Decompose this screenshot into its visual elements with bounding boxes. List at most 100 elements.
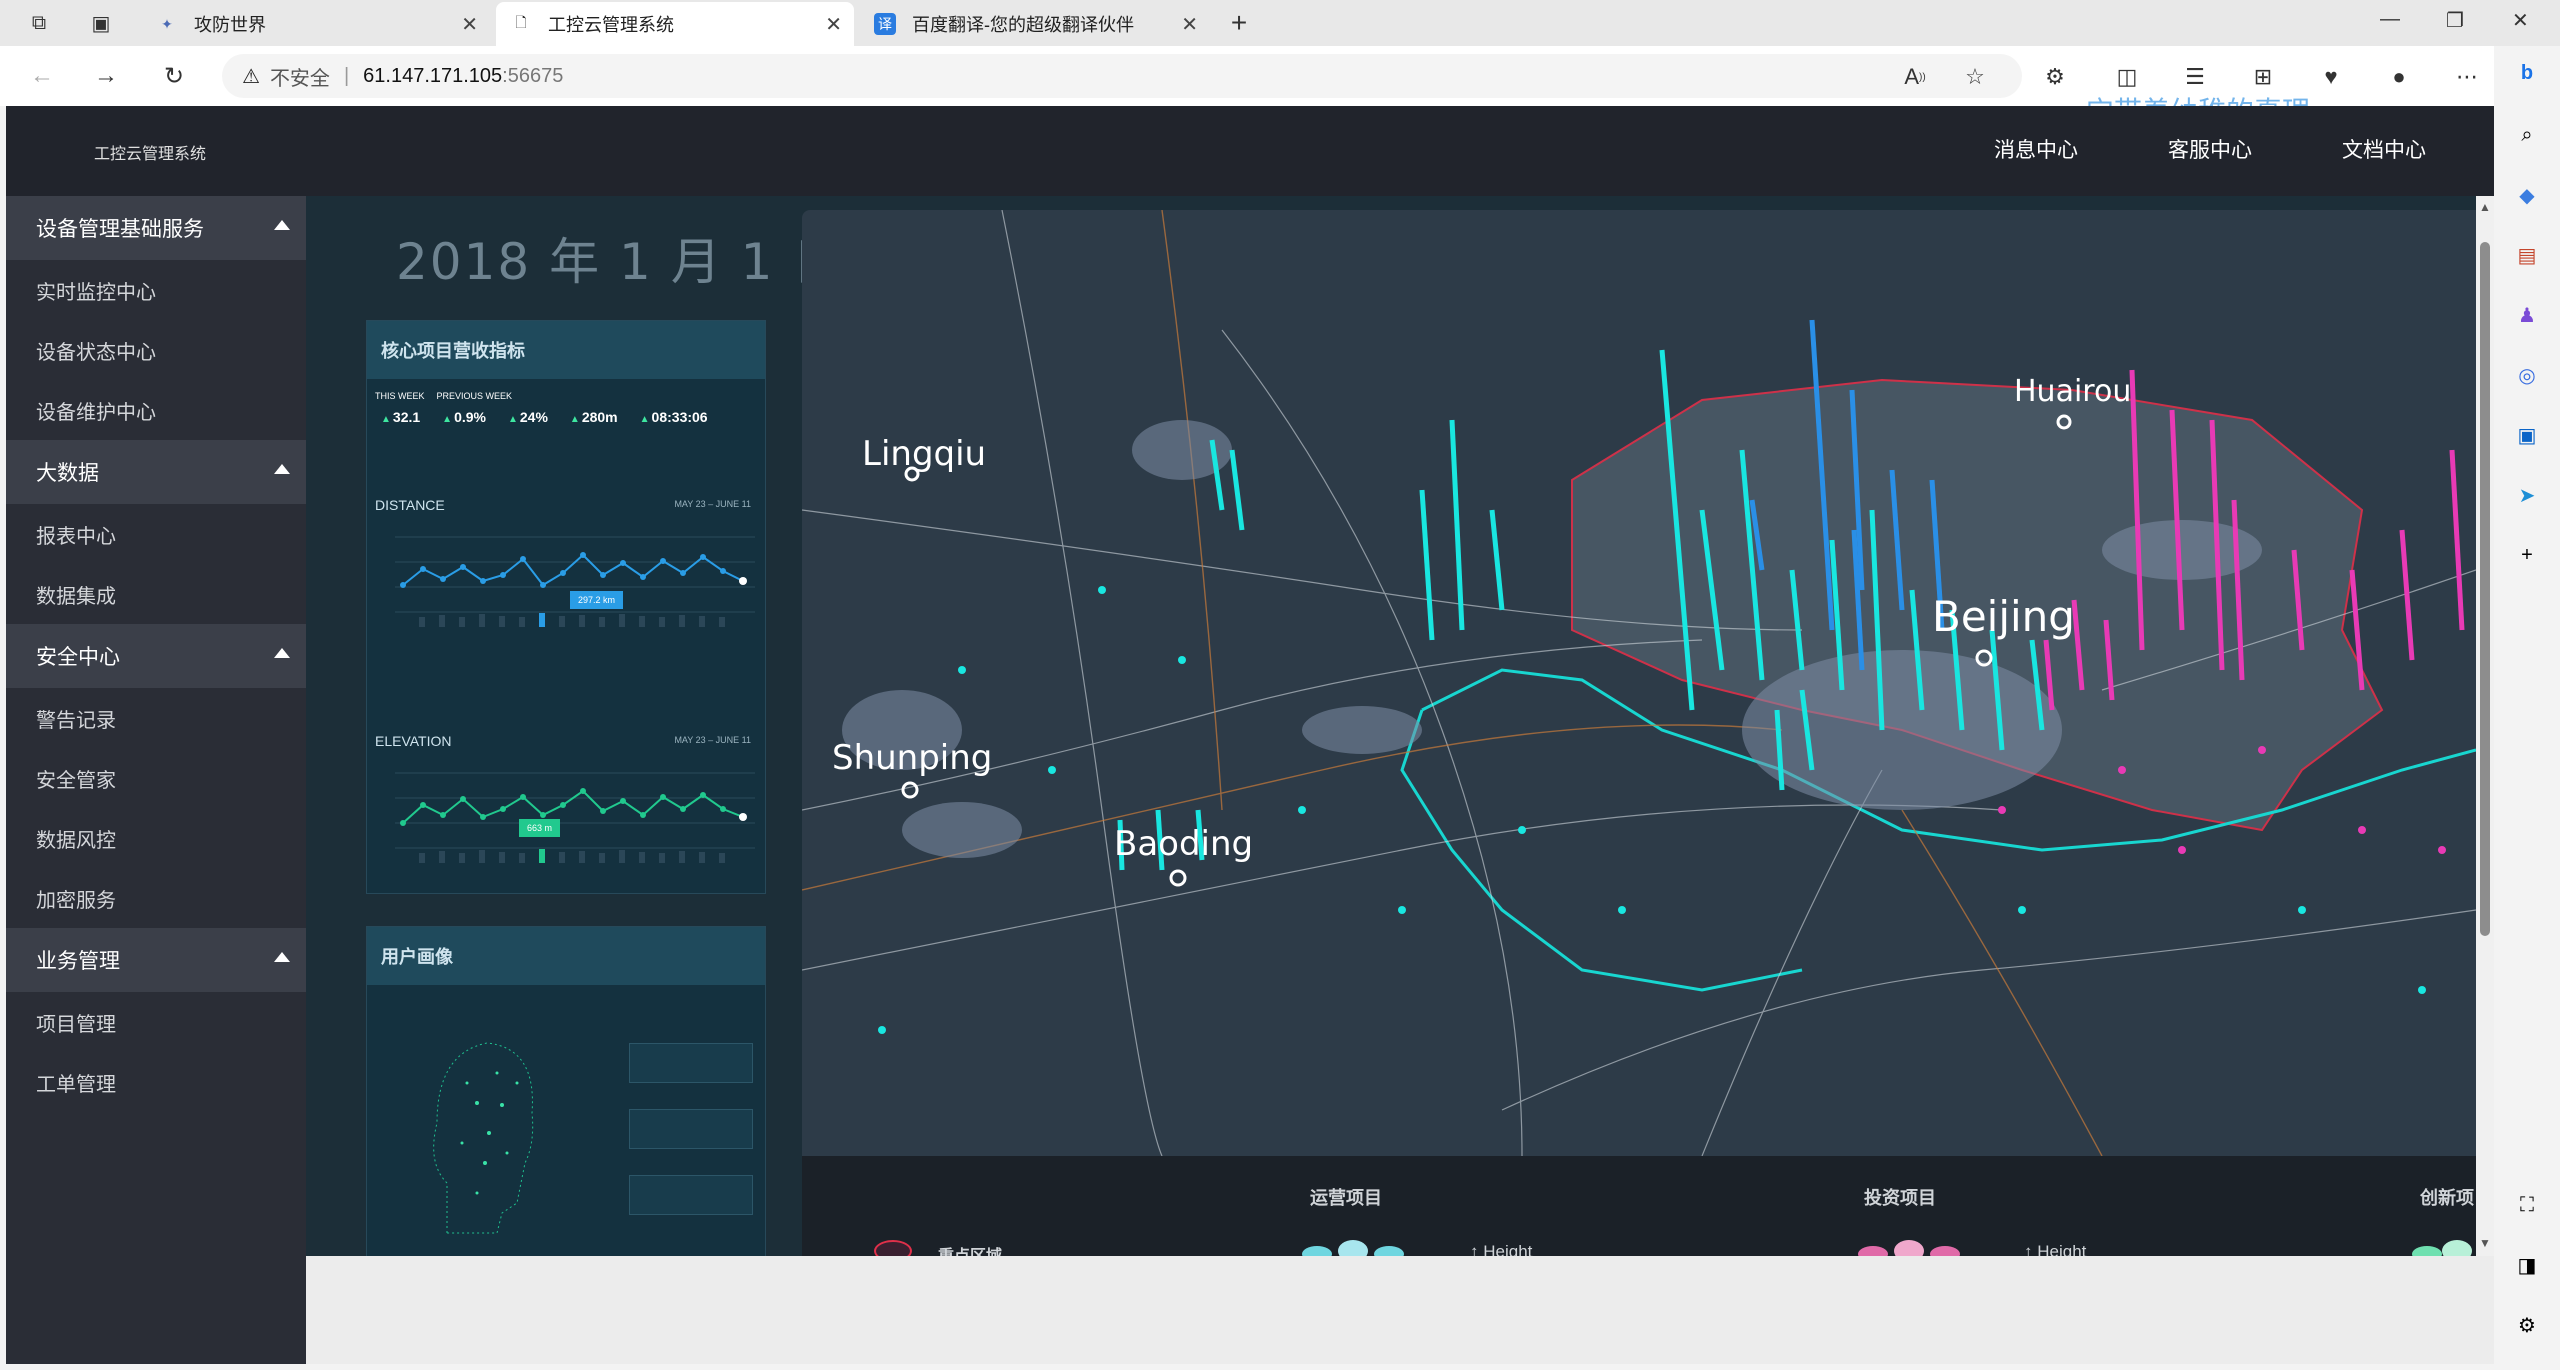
- browser-sidebar: b ⌕ ◆ ▤ ♟ ◎ ▣ ➤ + ⛶ ◨ ⚙: [2494, 46, 2560, 1370]
- web-page: 工控云管理系统 消息中心 客服中心 文档中心 设备管理基础服务 实时监控中心 设…: [6, 106, 2494, 1364]
- collections-icon[interactable]: ⊞: [2248, 62, 2278, 92]
- innovation-cylinders: [2412, 1240, 2472, 1256]
- key-area-swatch: [874, 1240, 912, 1256]
- sidebar-group-business[interactable]: 业务管理: [6, 928, 306, 992]
- minimize-icon[interactable]: —: [2380, 8, 2400, 31]
- search-icon[interactable]: ⌕: [2512, 120, 2542, 150]
- close-tab-icon[interactable]: ✕: [1181, 12, 1198, 37]
- sidebar-item-work-orders[interactable]: 工单管理: [6, 1052, 306, 1112]
- games-icon[interactable]: ♟: [2512, 300, 2542, 330]
- sidebar-group-device-management[interactable]: 设备管理基础服务: [6, 196, 306, 260]
- page-scrollbar[interactable]: ▲ ▼: [2476, 196, 2494, 1256]
- height-label: ↑ Height: [1470, 1242, 1533, 1256]
- outlook-icon[interactable]: ▣: [2512, 420, 2542, 450]
- shopping-tag-icon[interactable]: ◆: [2512, 180, 2542, 210]
- send-icon[interactable]: ➤: [2512, 480, 2542, 510]
- legend-investment: 投资项目: [1864, 1188, 1936, 1208]
- city-label-shunping: Shunping: [832, 738, 993, 778]
- nav-customer-service[interactable]: 客服中心: [2168, 134, 2252, 164]
- face-wireframe-image: [433, 1042, 534, 1234]
- filter-this-week[interactable]: THIS WEEK: [375, 391, 425, 401]
- favorites-icon[interactable]: ☰: [2180, 62, 2210, 92]
- sidebar-group-security[interactable]: 安全中心: [6, 624, 306, 688]
- split-screen-icon[interactable]: ◫: [2112, 62, 2142, 92]
- extensions-icon[interactable]: ⚙: [2040, 62, 2070, 92]
- site-favicon-icon: ✦: [161, 15, 173, 32]
- dashboard-date: 2018 年 1 月 1 日: [396, 233, 845, 291]
- url-separator: |: [343, 64, 350, 87]
- refresh-icon[interactable]: ↻: [156, 58, 192, 94]
- close-tab-icon[interactable]: ✕: [461, 12, 478, 37]
- scroll-down-icon[interactable]: ▼: [2479, 1236, 2491, 1250]
- warning-icon: ⚠: [242, 65, 260, 88]
- distance-label: DISTANCE: [375, 497, 445, 513]
- sidebar-toggle-icon[interactable]: ◨: [2512, 1250, 2542, 1280]
- bing-copilot-icon[interactable]: b: [2512, 58, 2542, 88]
- screenshot-icon[interactable]: ⛶: [2512, 1190, 2542, 1220]
- sidebar-group-label: 安全中心: [36, 646, 120, 669]
- nav-documentation[interactable]: 文档中心: [2342, 134, 2426, 164]
- forward-icon[interactable]: →: [88, 58, 124, 94]
- height-label: ↑ Height: [2024, 1242, 2087, 1256]
- kpi-value: ▲ 0.9%: [442, 409, 486, 425]
- elevation-range[interactable]: MAY 23 – JUNE 11: [674, 735, 751, 745]
- elevation-label: ELEVATION: [375, 733, 452, 749]
- sidebar-item-encryption[interactable]: 加密服务: [6, 868, 306, 928]
- sidebar-item-realtime-monitor[interactable]: 实时监控中心: [6, 260, 306, 320]
- elevation-tooltip: 663 m: [519, 819, 561, 837]
- maximize-icon[interactable]: ❐: [2446, 8, 2464, 33]
- tab-baidu-translate[interactable]: 译 百度翻译-您的超级翻译伙伴 ✕: [860, 2, 1210, 46]
- new-tab-button[interactable]: +: [1222, 6, 1256, 40]
- sidebar-item-reports[interactable]: 报表中心: [6, 504, 306, 564]
- user-profile-panel: 用户画像: [366, 926, 766, 1256]
- browser-essentials-icon[interactable]: ♥: [2316, 62, 2346, 92]
- profile-icon[interactable]: ●: [2384, 62, 2414, 92]
- sidebar-item-device-status[interactable]: 设备状态中心: [6, 320, 306, 380]
- city-data-map[interactable]: Lingqiu Huairou Beijing Shunping Baoding: [802, 210, 2476, 1156]
- legend-key-area: 重点区域: [938, 1242, 1002, 1256]
- tools-icon[interactable]: ▤: [2512, 240, 2542, 270]
- favorite-star-icon[interactable]: ☆: [1960, 62, 1990, 92]
- sidebar-item-device-maintenance[interactable]: 设备维护中心: [6, 380, 306, 440]
- caret-up-icon: [274, 220, 290, 230]
- sidebar: 设备管理基础服务 实时监控中心 设备状态中心 设备维护中心 大数据 报表中心 数…: [6, 196, 306, 1364]
- sidebar-group-label: 设备管理基础服务: [36, 218, 204, 241]
- tab-gongfang[interactable]: ✦ 攻防世界 ✕: [142, 2, 490, 46]
- read-aloud-icon[interactable]: A)): [1900, 62, 1930, 92]
- tab-actions-icon[interactable]: ▣: [84, 6, 118, 40]
- insecure-label: 不安全: [269, 67, 330, 90]
- scroll-thumb[interactable]: [2480, 242, 2490, 936]
- settings-gear-icon[interactable]: ⚙: [2512, 1310, 2542, 1340]
- sidebar-item-security-manager[interactable]: 安全管家: [6, 748, 306, 808]
- elevation-sparkline: [395, 772, 755, 863]
- close-tab-icon[interactable]: ✕: [825, 12, 842, 37]
- back-icon[interactable]: ←: [24, 58, 60, 94]
- tab-industrial-cloud[interactable]: 🗋 工控云管理系统 ✕: [496, 2, 854, 46]
- nav-message-center[interactable]: 消息中心: [1994, 134, 2078, 164]
- sidebar-group-big-data[interactable]: 大数据: [6, 440, 306, 504]
- tab-title: 攻防世界: [194, 15, 266, 35]
- sidebar-item-projects[interactable]: 项目管理: [6, 992, 306, 1052]
- close-window-icon[interactable]: ✕: [2512, 8, 2529, 33]
- workspaces-icon[interactable]: ⧉: [22, 6, 56, 40]
- translate-icon: 译: [874, 13, 896, 35]
- add-icon[interactable]: +: [2512, 540, 2542, 570]
- caret-up-icon: [274, 464, 290, 474]
- address-bar-row: ← → ↻ ⚠ 不安全 | 61.147.171.105:56675 A)) ☆…: [0, 46, 2560, 127]
- sidebar-item-data-integration[interactable]: 数据集成: [6, 564, 306, 624]
- url-field[interactable]: ⚠ 不安全 | 61.147.171.105:56675: [222, 54, 2022, 98]
- tab-title: 工控云管理系统: [548, 15, 674, 35]
- dashboard-content: 2018 年 1 月 1 日 核心项目营收指标 THIS WEEK PREVIO…: [306, 196, 2476, 1256]
- filter-previous-week[interactable]: PREVIOUS WEEK: [437, 391, 513, 401]
- panel-title: 核心项目营收指标: [367, 321, 765, 379]
- map-graphic: [802, 210, 2476, 1156]
- microsoft-365-icon[interactable]: ◎: [2512, 360, 2542, 390]
- more-menu-icon[interactable]: ⋯: [2452, 62, 2482, 92]
- sidebar-group-label: 大数据: [36, 462, 99, 485]
- scroll-up-icon[interactable]: ▲: [2479, 200, 2491, 214]
- distance-range[interactable]: MAY 23 – JUNE 11: [674, 499, 751, 509]
- distance-sparkline: [395, 536, 755, 627]
- sidebar-item-data-risk[interactable]: 数据风控: [6, 808, 306, 868]
- sidebar-item-alert-log[interactable]: 警告记录: [6, 688, 306, 748]
- kpi-row: ▲ 32.1 ▲ 0.9% ▲ 24% ▲ 280m ▲ 08:33:06: [367, 409, 765, 425]
